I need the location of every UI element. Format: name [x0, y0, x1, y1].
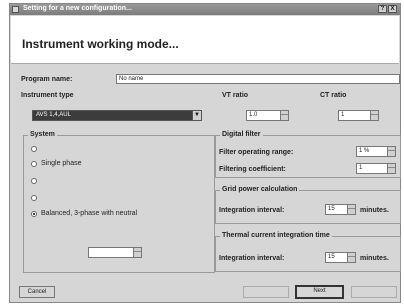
window-title: Setting for a new configuration...: [23, 5, 132, 12]
cancel-button[interactable]: Cancel: [19, 286, 55, 298]
thermal-interval-arrows[interactable]: [347, 252, 356, 263]
filter-range-value[interactable]: 1 %: [356, 146, 388, 157]
system-option-balanced-radio[interactable]: [31, 211, 37, 217]
system-option-1-radio[interactable]: [31, 146, 37, 152]
ct-ratio-value[interactable]: 1: [338, 110, 371, 121]
app-icon: [12, 6, 19, 13]
thermal-interval-label: Integration interval:: [219, 255, 285, 262]
finish-button[interactable]: [351, 286, 397, 298]
grid-interval-arrows[interactable]: [347, 204, 356, 215]
thermal-interval-unit: minutes.: [360, 255, 389, 262]
vt-ratio-label: VT ratio: [222, 92, 249, 99]
filter-range-spinner[interactable]: 1 %: [356, 146, 396, 157]
ct-ratio-spinner[interactable]: 1: [338, 110, 379, 121]
configuration-dialog: Setting for a new configuration... ? X I…: [9, 3, 401, 303]
vt-ratio-spinner[interactable]: 1.0: [246, 110, 289, 121]
filter-coef-arrows[interactable]: [387, 163, 396, 174]
grid-interval-unit: minutes.: [360, 207, 389, 214]
system-option-single-phase-label: Single phase: [41, 160, 82, 167]
filter-range-arrows[interactable]: [387, 146, 396, 157]
grid-power-title: Grid power calculation: [220, 186, 300, 193]
thermal-title: Thermal current integration time: [220, 232, 332, 239]
grid-interval-label: Integration interval:: [219, 207, 285, 214]
back-button[interactable]: [243, 286, 289, 298]
vt-ratio-arrows[interactable]: [280, 110, 289, 121]
header-panel: Instrument working mode...: [11, 16, 399, 64]
system-option-single-phase-radio[interactable]: [31, 161, 37, 167]
thermal-interval-value[interactable]: 15: [325, 252, 348, 263]
instrument-type-value: AVS 1,4,AUL: [36, 112, 71, 118]
grid-interval-value[interactable]: 15: [325, 204, 348, 215]
thermal-interval-spinner[interactable]: 15: [325, 252, 356, 263]
vt-ratio-value[interactable]: 1.0: [246, 110, 281, 121]
instrument-type-select[interactable]: AVS 1,4,AUL ▼: [32, 110, 202, 121]
system-spinner[interactable]: [88, 247, 142, 258]
system-spinner-arrows[interactable]: [133, 247, 142, 258]
grid-interval-spinner[interactable]: 15: [325, 204, 356, 215]
instrument-type-label: Instrument type: [21, 92, 74, 99]
next-button[interactable]: Next: [295, 285, 344, 299]
program-name-label: Program name:: [21, 76, 73, 83]
filter-range-label: Filter operating range:: [219, 149, 294, 156]
help-button[interactable]: ?: [378, 5, 387, 13]
filter-coef-spinner[interactable]: 1: [356, 163, 396, 174]
page-title: Instrument working mode...: [22, 37, 179, 51]
ct-ratio-label: CT ratio: [320, 92, 347, 99]
filter-coef-label: Filtering coefficient:: [219, 166, 286, 173]
close-button[interactable]: X: [388, 5, 397, 13]
chevron-down-icon[interactable]: ▼: [192, 111, 201, 120]
digital-filter-title: Digital filter: [220, 131, 263, 138]
system-option-4-radio[interactable]: [31, 195, 37, 201]
thermal-group: Thermal current integration time: [215, 232, 401, 272]
system-group-title: System: [28, 131, 57, 138]
system-option-balanced-label: Balanced, 3-phase with neutral: [41, 210, 138, 217]
filter-coef-value[interactable]: 1: [356, 163, 388, 174]
system-option-3-radio[interactable]: [31, 178, 37, 184]
program-name-input[interactable]: No name: [116, 74, 400, 84]
ct-ratio-arrows[interactable]: [370, 110, 379, 121]
system-spinner-value[interactable]: [88, 247, 134, 258]
title-bar: Setting for a new configuration... ? X: [10, 4, 400, 15]
